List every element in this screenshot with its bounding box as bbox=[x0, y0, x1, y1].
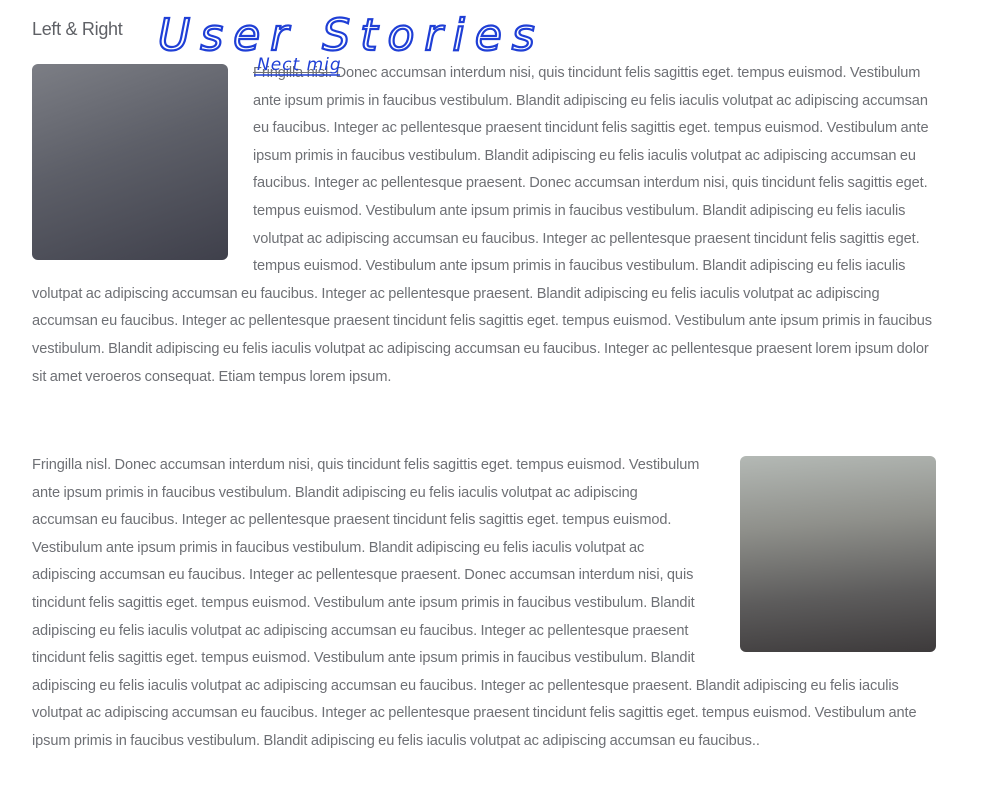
section-title: Left & Right bbox=[32, 19, 123, 39]
right-aligned-image bbox=[740, 456, 936, 652]
content-block-left-image: Fringilla nisl. Donec accumsan interdum … bbox=[32, 60, 936, 391]
struck-text: Fringilla nisl. bbox=[253, 65, 333, 81]
handwritten-title-note: User Stories bbox=[158, 10, 545, 61]
content-block-right-image: Fringilla nisl. Donec accumsan interdum … bbox=[32, 452, 936, 756]
left-aligned-image bbox=[32, 64, 228, 260]
